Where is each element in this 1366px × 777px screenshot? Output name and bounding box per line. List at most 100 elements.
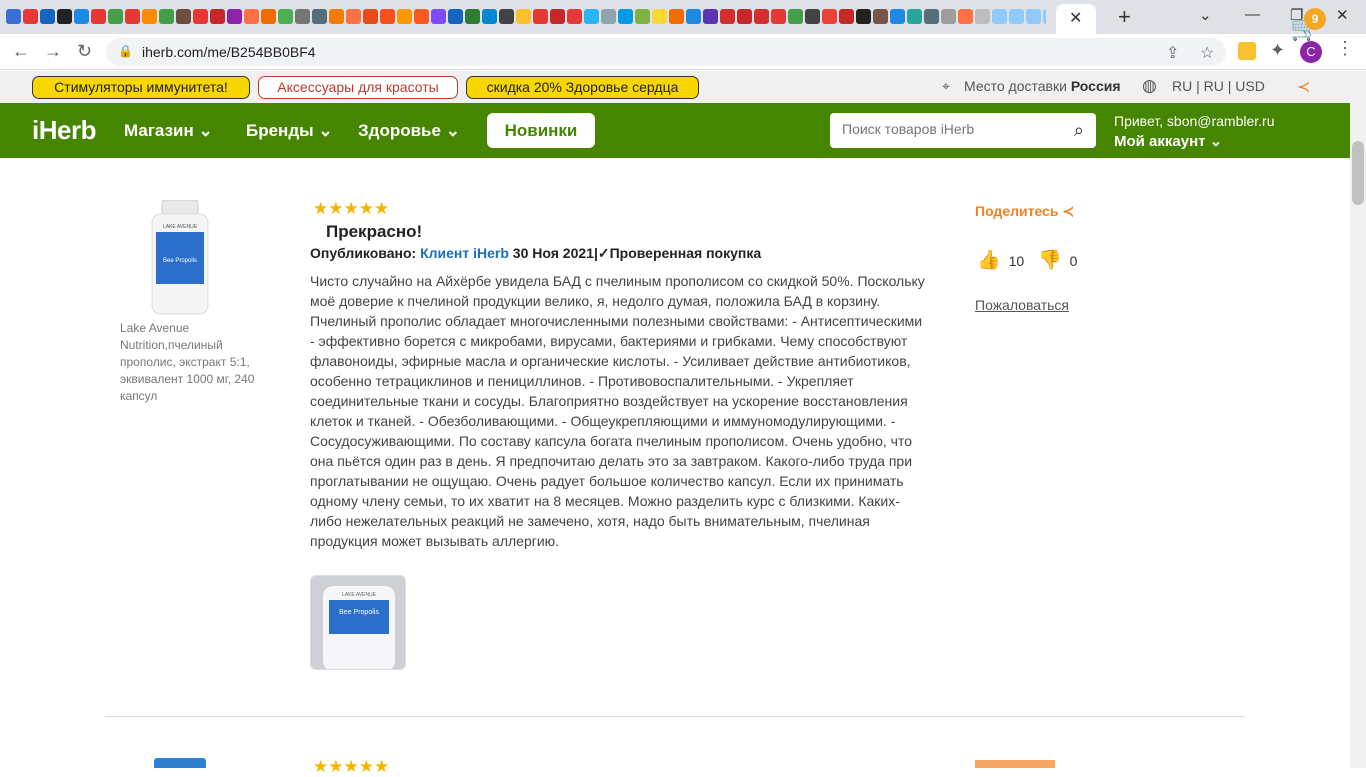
tab-favicon-icon[interactable] bbox=[1009, 9, 1024, 24]
locale-selector[interactable]: RU | RU | USD bbox=[1172, 78, 1265, 94]
product-name-link[interactable]: Lake Avenue Nutrition,пчелиный прополис,… bbox=[120, 320, 260, 405]
tab-favicon-icon[interactable] bbox=[873, 9, 888, 24]
close-window-icon[interactable]: ✕ bbox=[1336, 6, 1349, 24]
tab-favicon-icon[interactable] bbox=[91, 9, 106, 24]
tab-favicon-icon[interactable] bbox=[737, 9, 752, 24]
share-icon[interactable]: ≺ bbox=[1297, 77, 1310, 97]
promo-immunity-link[interactable]: Стимуляторы иммунитета! bbox=[32, 76, 250, 99]
lock-icon[interactable]: 🔒 bbox=[118, 44, 133, 58]
tab-favicon-icon[interactable] bbox=[414, 9, 429, 24]
next-product-image[interactable] bbox=[154, 758, 206, 768]
tab-favicon-icon[interactable] bbox=[482, 9, 497, 24]
menu-shop[interactable]: Магазин ⌄ bbox=[124, 121, 213, 141]
extensions-puzzle-icon[interactable]: ✦ bbox=[1270, 40, 1285, 61]
browser-menu-icon[interactable]: ⋮ bbox=[1336, 38, 1354, 59]
tab-favicon-icon[interactable] bbox=[380, 9, 395, 24]
tab-favicon-icon[interactable] bbox=[601, 9, 616, 24]
tab-favicon-icon[interactable] bbox=[40, 9, 55, 24]
scrollbar-thumb[interactable] bbox=[1352, 141, 1364, 205]
tab-favicon-icon[interactable] bbox=[159, 9, 174, 24]
tab-favicon-icon[interactable] bbox=[1026, 9, 1041, 24]
back-icon[interactable]: ← bbox=[12, 41, 30, 62]
like-button[interactable]: 👍 10 bbox=[977, 248, 1024, 272]
tab-favicon-icon[interactable] bbox=[125, 9, 140, 24]
tab-favicon-icon[interactable] bbox=[992, 9, 1007, 24]
tab-favicon-icon[interactable] bbox=[635, 9, 650, 24]
profile-avatar[interactable]: C bbox=[1300, 41, 1322, 63]
review-author[interactable]: Клиент iHerb bbox=[420, 245, 509, 261]
tab-favicon-icon[interactable] bbox=[312, 9, 327, 24]
minimize-icon[interactable]: — bbox=[1245, 6, 1260, 23]
tab-favicon-icon[interactable] bbox=[941, 9, 956, 24]
tab-favicon-icon[interactable] bbox=[550, 9, 565, 24]
share-review-link[interactable]: Поделитесь ≺ bbox=[975, 203, 1074, 220]
tab-favicon-icon[interactable] bbox=[652, 9, 667, 24]
tab-favicon-icon[interactable] bbox=[516, 9, 531, 24]
tab-favicon-icon[interactable] bbox=[346, 9, 361, 24]
tab-favicon-icon[interactable] bbox=[771, 9, 786, 24]
tab-favicon-icon[interactable] bbox=[584, 9, 599, 24]
tab-favicon-icon[interactable] bbox=[499, 9, 514, 24]
account-menu[interactable]: Привет, sbon@rambler.ru Мой аккаунт ⌄ bbox=[1114, 113, 1275, 150]
next-share-link[interactable] bbox=[975, 760, 1055, 768]
promo-heart-link[interactable]: скидка 20% Здоровье сердца bbox=[466, 76, 699, 99]
tab-favicon-icon[interactable] bbox=[703, 9, 718, 24]
tab-favicon-icon[interactable] bbox=[669, 9, 684, 24]
share-page-icon[interactable]: ⇪ bbox=[1166, 43, 1179, 63]
extension-icon[interactable] bbox=[1238, 42, 1256, 60]
iherb-logo[interactable]: iHerb bbox=[32, 115, 96, 146]
tab-favicon-icon[interactable] bbox=[57, 9, 72, 24]
new-tab-icon[interactable]: + bbox=[1118, 4, 1131, 30]
tab-favicon-icon[interactable] bbox=[567, 9, 582, 24]
url-text[interactable]: iherb.com/me/B254BB0BF4 bbox=[142, 44, 316, 60]
menu-health[interactable]: Здоровье ⌄ bbox=[358, 121, 460, 141]
tab-favicon-icon[interactable] bbox=[176, 9, 191, 24]
tab-favicon-icon[interactable] bbox=[227, 9, 242, 24]
tab-favicon-icon[interactable] bbox=[1043, 9, 1046, 24]
report-link[interactable]: Пожаловаться bbox=[975, 297, 1069, 313]
tab-favicon-icon[interactable] bbox=[23, 9, 38, 24]
review-photo[interactable]: LAKE AVENUE Bee Propolis bbox=[310, 575, 406, 670]
tab-favicon-icon[interactable] bbox=[618, 9, 633, 24]
reload-icon[interactable]: ↻ bbox=[77, 41, 92, 62]
address-bar[interactable]: 🔒 iherb.com/me/B254BB0BF4 ⇪ ☆ bbox=[106, 38, 1226, 66]
tab-favicon-icon[interactable] bbox=[244, 9, 259, 24]
tab-favicon-icon[interactable] bbox=[210, 9, 225, 24]
close-tab-icon[interactable]: ✕ bbox=[1069, 8, 1082, 28]
tab-favicon-icon[interactable] bbox=[431, 9, 446, 24]
tab-favicon-icon[interactable] bbox=[924, 9, 939, 24]
tab-favicon-icon[interactable] bbox=[958, 9, 973, 24]
tab-favicon-icon[interactable] bbox=[295, 9, 310, 24]
tab-favicon-icon[interactable] bbox=[448, 9, 463, 24]
globe-icon[interactable]: ◍ bbox=[1142, 76, 1157, 96]
tab-favicon-icon[interactable] bbox=[329, 9, 344, 24]
tab-favicon-icon[interactable] bbox=[975, 9, 990, 24]
my-account-link[interactable]: Мой аккаунт ⌄ bbox=[1114, 132, 1275, 150]
tab-favicon-icon[interactable] bbox=[363, 9, 378, 24]
tab-favicon-icon[interactable] bbox=[278, 9, 293, 24]
delivery-location[interactable]: Место доставки Россия bbox=[964, 78, 1121, 94]
tab-favicon-icon[interactable] bbox=[142, 9, 157, 24]
promo-beauty-link[interactable]: Аксессуары для красоты bbox=[258, 76, 458, 99]
bookmark-star-icon[interactable]: ☆ bbox=[1200, 43, 1214, 63]
menu-brands[interactable]: Бренды ⌄ bbox=[246, 121, 333, 141]
tab-favicon-icon[interactable] bbox=[108, 9, 123, 24]
search-input[interactable] bbox=[842, 121, 1052, 137]
tab-search-icon[interactable]: ⌄ bbox=[1199, 6, 1212, 24]
tab-favicon-icon[interactable] bbox=[533, 9, 548, 24]
new-products-button[interactable]: Новинки bbox=[487, 113, 595, 148]
tab-favicon-icon[interactable] bbox=[261, 9, 276, 24]
tab-favicon-icon[interactable] bbox=[193, 9, 208, 24]
active-tab[interactable]: ✕ bbox=[1056, 4, 1096, 34]
tab-favicon-icon[interactable] bbox=[6, 9, 21, 24]
tab-favicon-icon[interactable] bbox=[805, 9, 820, 24]
tab-favicon-icon[interactable] bbox=[686, 9, 701, 24]
tab-favicon-icon[interactable] bbox=[839, 9, 854, 24]
tab-favicon-icon[interactable] bbox=[856, 9, 871, 24]
product-image[interactable]: LAKE AVENUE Bee Propolis bbox=[148, 199, 212, 316]
dislike-button[interactable]: 👎 0 bbox=[1038, 248, 1077, 272]
forward-icon[interactable]: → bbox=[44, 41, 62, 62]
location-pin-icon[interactable]: ⌖ bbox=[942, 78, 950, 95]
tab-favicon-icon[interactable] bbox=[788, 9, 803, 24]
tab-favicon-icon[interactable] bbox=[465, 9, 480, 24]
